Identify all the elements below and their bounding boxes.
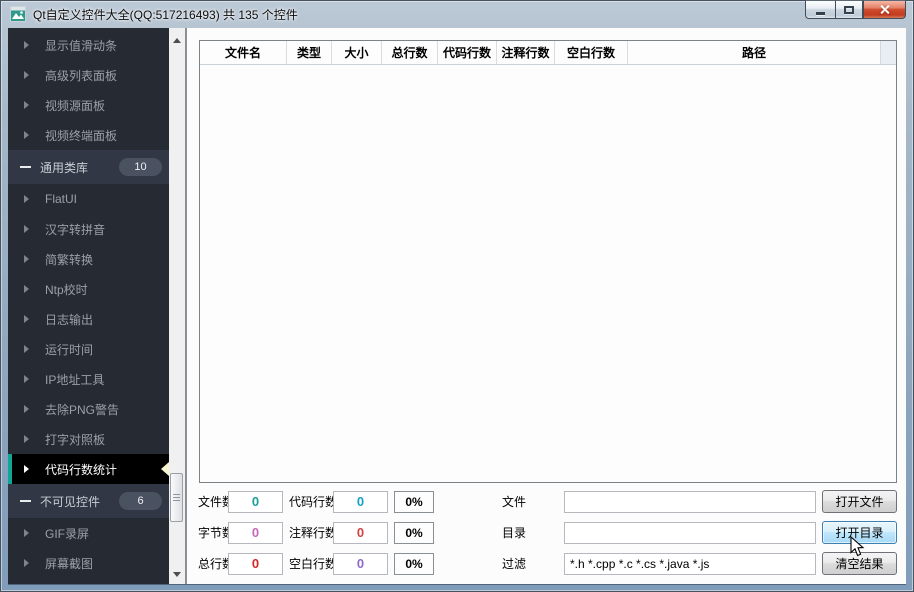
- column-header-blank-lines[interactable]: 空白行数: [555, 41, 628, 64]
- files-count-label: 文件数: [198, 495, 235, 509]
- column-header-comment-lines[interactable]: 注释行数: [497, 41, 555, 64]
- window-controls: [805, 0, 906, 19]
- stats-form: 文件数 0 代码行数 0 0% 文件 打开文件 字节数 0 注释行数 0 0% …: [198, 490, 897, 575]
- expand-arrow-icon: [24, 529, 29, 537]
- bytes-count-label: 字节数: [198, 526, 235, 540]
- sidebar-scrollbar[interactable]: [169, 28, 185, 584]
- close-icon: [879, 4, 891, 15]
- table-header: 文件名 类型 大小 总行数 代码行数 注释行数 空白行数 路径: [200, 41, 896, 65]
- item-count-badge: 6: [119, 492, 162, 510]
- file-label: 文件: [501, 495, 526, 509]
- column-header-filename[interactable]: 文件名: [200, 41, 287, 64]
- minimize-icon: [816, 11, 825, 15]
- selected-accent-bar: [8, 454, 12, 484]
- app-window: Qt自定义控件大全(QQ:517216493) 共 135 个控件 显示值滑动条…: [0, 0, 914, 592]
- sidebar-item[interactable]: 屏幕截图: [8, 548, 169, 578]
- dir-label: 目录: [501, 526, 526, 540]
- scroll-down-icon[interactable]: [173, 572, 181, 577]
- filter-input[interactable]: [564, 552, 816, 575]
- expand-arrow-icon: [24, 315, 29, 323]
- column-header-total-lines[interactable]: 总行数: [382, 41, 438, 64]
- sidebar-item[interactable]: 打字对照板: [8, 424, 169, 454]
- expand-arrow-icon: [24, 41, 29, 49]
- sidebar-item[interactable]: 去除PNG警告: [8, 394, 169, 424]
- maximize-button[interactable]: [835, 0, 863, 19]
- sidebar: 显示值滑动条 高级列表面板 视频源面板 视频终端面板 通用类库 10 FlatUI…: [8, 28, 169, 584]
- code-percent-field: 0%: [394, 490, 434, 513]
- column-header-size[interactable]: 大小: [332, 41, 382, 64]
- clear-results-button[interactable]: 清空结果: [822, 552, 897, 575]
- files-count-field: 0: [228, 490, 283, 513]
- sidebar-item[interactable]: 简繁转换: [8, 244, 169, 274]
- expand-arrow-icon: [24, 559, 29, 567]
- comment-lines-label: 注释行数: [289, 526, 338, 540]
- open-file-button[interactable]: 打开文件: [822, 490, 897, 513]
- app-image-icon: [10, 5, 26, 22]
- dir-path-input[interactable]: [564, 521, 816, 544]
- comment-lines-field: 0: [333, 521, 388, 544]
- expand-arrow-icon: [24, 131, 29, 139]
- column-header-code-lines[interactable]: 代码行数: [438, 41, 497, 64]
- expand-arrow-icon: [24, 255, 29, 263]
- sidebar-item[interactable]: 日志输出: [8, 304, 169, 334]
- blank-lines-label: 空白行数: [289, 557, 338, 571]
- sidebar-item[interactable]: Ntp校时: [8, 274, 169, 304]
- window-title: Qt自定义控件大全(QQ:517216493) 共 135 个控件: [33, 7, 298, 22]
- expand-arrow-icon: [24, 465, 29, 473]
- code-lines-field: 0: [333, 490, 388, 513]
- sidebar-group-invisible-controls[interactable]: 不可见控件 6: [8, 484, 169, 518]
- expand-arrow-icon: [24, 375, 29, 383]
- total-lines-label: 总行数: [198, 557, 235, 571]
- expand-arrow-icon: [24, 435, 29, 443]
- collapse-minus-icon: [20, 500, 31, 502]
- open-dir-button[interactable]: 打开目录: [822, 521, 897, 544]
- sidebar-item[interactable]: IP地址工具: [8, 364, 169, 394]
- expand-arrow-icon: [24, 405, 29, 413]
- sidebar-item[interactable]: 视频源面板: [8, 90, 169, 120]
- expand-arrow-icon: [24, 225, 29, 233]
- sidebar-item[interactable]: GIF录屏: [8, 518, 169, 548]
- window-body: 显示值滑动条 高级列表面板 视频源面板 视频终端面板 通用类库 10 FlatUI…: [8, 28, 906, 584]
- sidebar-item[interactable]: 高级列表面板: [8, 60, 169, 90]
- table-corner: [880, 41, 896, 64]
- collapse-minus-icon: [20, 166, 31, 168]
- code-lines-label: 代码行数: [289, 495, 338, 509]
- filter-label: 过滤: [501, 557, 526, 571]
- close-button[interactable]: [863, 0, 906, 19]
- sidebar-group-common-lib[interactable]: 通用类库 10: [8, 150, 169, 184]
- blank-percent-field: 0%: [394, 552, 434, 575]
- column-header-type[interactable]: 类型: [287, 41, 332, 64]
- bytes-count-field: 0: [228, 521, 283, 544]
- expand-arrow-icon: [24, 101, 29, 109]
- sidebar-item[interactable]: 运行时间: [8, 334, 169, 364]
- table-body[interactable]: [200, 66, 896, 482]
- scroll-up-icon[interactable]: [173, 38, 181, 43]
- scrollbar-thumb[interactable]: [170, 473, 183, 522]
- sidebar-item-code-line-stats[interactable]: 代码行数统计: [8, 454, 169, 484]
- sidebar-item[interactable]: 汉字转拼音: [8, 214, 169, 244]
- maximize-icon: [844, 5, 854, 14]
- item-count-badge: 10: [119, 158, 162, 176]
- column-header-path[interactable]: 路径: [628, 41, 880, 64]
- expand-arrow-icon: [24, 285, 29, 293]
- titlebar: Qt自定义控件大全(QQ:517216493) 共 135 个控件: [0, 0, 914, 28]
- total-lines-field: 0: [228, 552, 283, 575]
- blank-lines-field: 0: [333, 552, 388, 575]
- minimize-button[interactable]: [805, 0, 835, 19]
- selected-marker-icon: [161, 462, 169, 476]
- sidebar-item[interactable]: 视频终端面板: [8, 120, 169, 150]
- file-table: 文件名 类型 大小 总行数 代码行数 注释行数 空白行数 路径: [199, 40, 897, 483]
- file-path-input[interactable]: [564, 490, 816, 513]
- expand-arrow-icon: [24, 71, 29, 79]
- expand-arrow-icon: [24, 195, 29, 203]
- comment-percent-field: 0%: [394, 521, 434, 544]
- sidebar-item[interactable]: 显示值滑动条: [8, 30, 169, 60]
- main-panel: 文件名 类型 大小 总行数 代码行数 注释行数 空白行数 路径 文件数 0 代码…: [187, 28, 906, 584]
- expand-arrow-icon: [24, 345, 29, 353]
- sidebar-item[interactable]: FlatUI: [8, 184, 169, 214]
